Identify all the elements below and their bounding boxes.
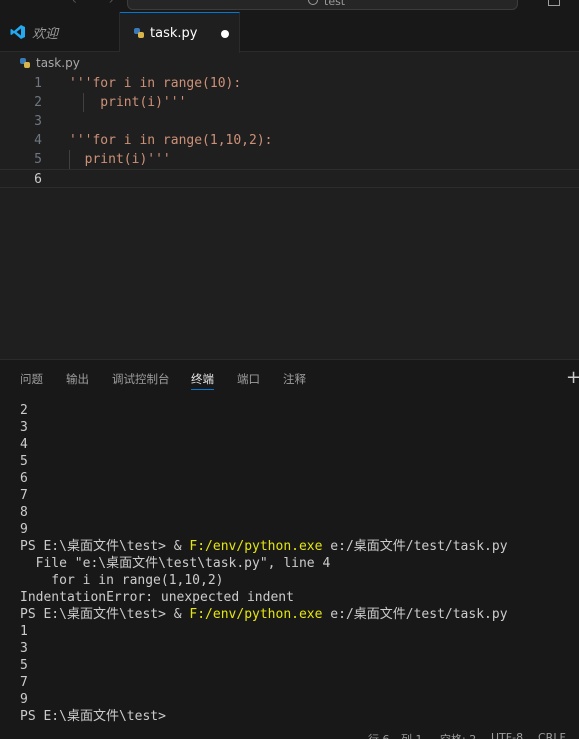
tab-welcome[interactable]: 欢迎 (0, 12, 120, 52)
code-text[interactable]: '''for i in range(10): (69, 74, 241, 93)
status-eol[interactable]: CRLF (538, 731, 566, 739)
tab-task-label: task.py (150, 25, 198, 41)
code-editor[interactable]: 1 '''for i in range(10): 2 print(i)''' 3… (0, 74, 579, 359)
terminal-line: 3 (20, 420, 28, 435)
line-number: 3 (34, 114, 42, 129)
bottom-panel: 问题 输出 调试控制台 终端 端口 注释 + 2 3 4 5 6 7 8 9 P… (0, 359, 579, 739)
tab-output[interactable]: 输出 (66, 371, 89, 387)
tab-task-py[interactable]: task.py (120, 12, 240, 53)
tab-comments[interactable]: 注释 (283, 371, 306, 387)
breadcrumb-file[interactable]: task.py (36, 56, 80, 70)
code-text[interactable]: '''for i in range(1,10,2): (69, 131, 273, 150)
code-line[interactable]: 1 '''for i in range(10): (0, 74, 579, 93)
unsaved-dot-icon[interactable] (221, 30, 229, 38)
line-number: 5 (34, 152, 42, 167)
terminal-line: 1 (20, 624, 28, 639)
layout-icon[interactable] (548, 0, 560, 6)
terminal-line: 8 (20, 505, 28, 520)
terminal-line: 6 (20, 471, 28, 486)
python-file-icon (20, 58, 30, 68)
breadcrumb[interactable]: task.py (20, 55, 80, 71)
tab-welcome-label: 欢迎 (32, 26, 59, 42)
code-line[interactable]: 4 '''for i in range(1,10,2): (0, 131, 579, 150)
terminal-line: 2 (20, 403, 28, 418)
status-encoding[interactable]: UTF-8 (491, 731, 523, 739)
tab-problems[interactable]: 问题 (20, 371, 43, 387)
terminal[interactable]: 2 3 4 5 6 7 8 9 PS E:\桌面文件\test> & F:/en… (20, 402, 579, 725)
code-text[interactable]: print(i)''' (69, 93, 186, 112)
command-center-search[interactable]: test (127, 0, 518, 10)
terminal-line: 5 (20, 658, 28, 673)
terminal-command: F:/env/python.exe (189, 539, 323, 554)
terminal-line: File "e:\桌面文件\test\task.py", line 4 (20, 556, 331, 571)
code-line[interactable]: 5 print(i)''' (0, 150, 579, 169)
python-file-icon (134, 28, 144, 38)
terminal-prompt-line[interactable]: PS E:\桌面文件\test> (20, 708, 579, 725)
terminal-line: 5 (20, 454, 28, 469)
line-number: 1 (34, 76, 42, 91)
status-line[interactable]: 行 6 (368, 731, 390, 739)
line-number: 2 (34, 95, 42, 110)
terminal-args: e:/桌面文件/test/task.py (322, 539, 508, 554)
vscode-icon (10, 25, 25, 39)
new-terminal-plus-icon[interactable]: + (566, 367, 579, 388)
terminal-line: 7 (20, 488, 28, 503)
code-text[interactable]: print(i)''' (69, 150, 171, 169)
terminal-line: 9 (20, 522, 28, 537)
nav-arrows[interactable]: ‹ › (72, 0, 127, 7)
line-number: 4 (34, 133, 42, 148)
tab-terminal[interactable]: 终端 (191, 371, 214, 390)
panel-tab-bar: 问题 输出 调试控制台 终端 端口 注释 + (0, 360, 579, 396)
tab-debug-console[interactable]: 调试控制台 (112, 371, 170, 387)
terminal-line: 7 (20, 675, 28, 690)
terminal-line: 4 (20, 437, 28, 452)
terminal-line: for i in range(1,10,2) (20, 573, 224, 588)
code-line[interactable]: 2 print(i)''' (0, 93, 579, 112)
status-column[interactable]: 列 1 (401, 731, 423, 739)
title-bar: ‹ › test (0, 0, 579, 12)
terminal-command: F:/env/python.exe (189, 607, 323, 622)
status-spaces[interactable]: 空格: 2 (440, 731, 476, 739)
tab-ports[interactable]: 端口 (237, 371, 260, 387)
terminal-command-line: PS E:\桌面文件\test> & F:/env/python.exe e:/… (20, 538, 579, 555)
terminal-line: 9 (20, 692, 28, 707)
search-icon (308, 0, 318, 5)
terminal-line: 3 (20, 641, 28, 656)
terminal-prompt: PS E:\桌面文件\test> & (20, 539, 190, 554)
terminal-prompt: PS E:\桌面文件\test> & (20, 607, 190, 622)
search-text: test (324, 0, 346, 8)
code-line-current[interactable]: 6 (0, 169, 579, 188)
terminal-error-line: IndentationError: unexpected indent (20, 590, 294, 605)
status-bar: 行 6 列 1 空格: 2 UTF-8 CRLF (0, 730, 579, 739)
terminal-args: e:/桌面文件/test/task.py (322, 607, 508, 622)
editor-tab-bar: 欢迎 task.py (0, 12, 579, 53)
terminal-command-line: PS E:\桌面文件\test> & F:/env/python.exe e:/… (20, 606, 579, 623)
code-line[interactable]: 3 (0, 112, 579, 131)
line-number: 6 (34, 172, 42, 187)
